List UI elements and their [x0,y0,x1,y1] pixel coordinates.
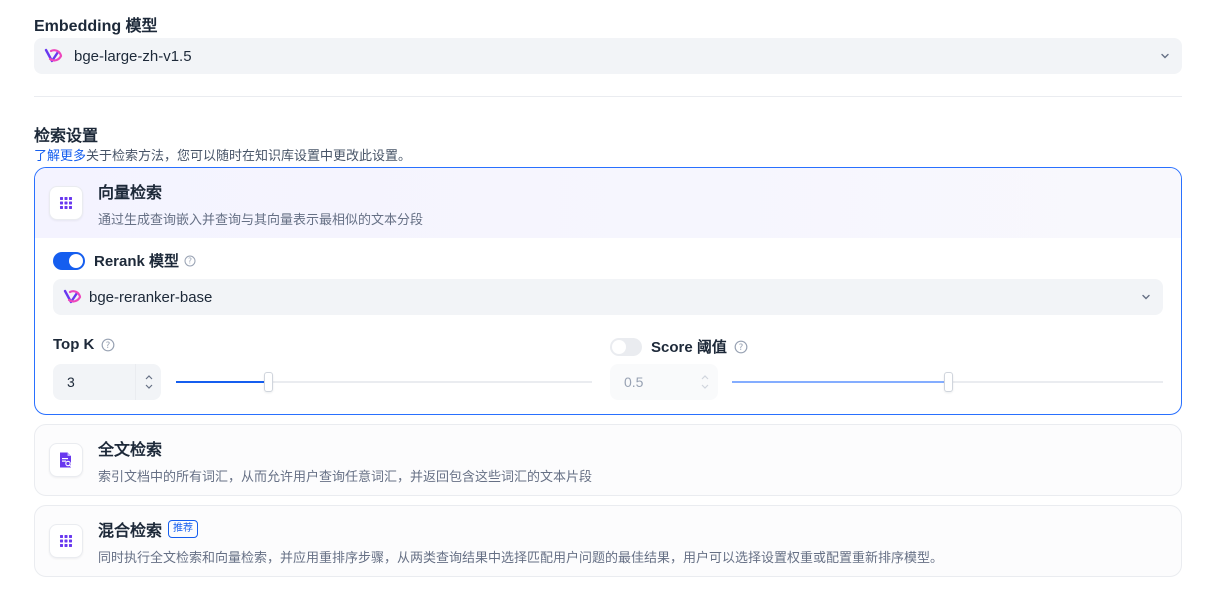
model-logo-icon [44,48,63,63]
recommended-badge: 推荐 [168,519,199,538]
hybrid-search-icon-box [49,524,83,558]
chevron-down-icon [1161,53,1169,59]
chevron-up-icon[interactable] [144,374,154,381]
vector-search-icon-box [49,186,83,220]
fulltext-search-title: 全文检索 [98,441,163,459]
rerank-toggle[interactable] [53,251,85,270]
topk-stepper[interactable] [135,364,161,400]
fulltext-search-card[interactable]: 全文检索 索引文档中的所有词汇，从而允许用户查询任意词汇，并返回包含这些词汇的文… [34,424,1182,496]
section-divider [34,96,1182,97]
file-search-icon [60,452,73,468]
rerank-model-name: bge-reranker-base [89,288,213,306]
learn-more-link[interactable]: 了解更多 [34,148,86,163]
svg-text:?: ? [106,341,111,351]
fulltext-search-icon-box [49,443,83,477]
grid-dots-icon [60,535,72,547]
score-label-row: Score 阈值 ? [610,336,748,357]
slider-fill [732,381,948,383]
rerank-label: Rerank 模型 [94,253,180,270]
help-icon[interactable]: ? [101,338,115,352]
vector-search-title: 向量检索 [98,184,163,202]
vector-search-header[interactable]: 向量检索 通过生成查询嵌入并查询与其向量表示最相似的文本分段 [35,168,1181,238]
hybrid-search-title: 混合检索 [98,522,163,540]
score-value: 0.5 [624,374,644,390]
topk-value: 3 [67,374,75,390]
retrieval-section-title: 检索设置 [34,128,99,145]
topk-input[interactable]: 3 [53,364,161,400]
chevron-down-icon [1142,294,1150,300]
slider-thumb[interactable] [943,372,953,392]
retrieval-description-text: 关于检索方法，您可以随时在知识库设置中更改此设置。 [86,148,412,163]
vector-search-card[interactable]: 向量检索 通过生成查询嵌入并查询与其向量表示最相似的文本分段 Rerank 模型… [34,167,1182,415]
score-toggle[interactable] [610,337,642,356]
embedding-section-title: Embedding 模型 [34,18,158,35]
retrieval-description: 了解更多关于检索方法，您可以随时在知识库设置中更改此设置。 [34,145,411,164]
help-icon[interactable]: ? [734,340,748,354]
score-slider[interactable] [732,372,1163,392]
hybrid-search-header[interactable]: 混合检索 推荐 同时执行全文检索和向量检索，并应用重排序步骤，从两类查询结果中选… [35,506,1181,576]
toggle-knob [69,253,83,268]
score-stepper[interactable] [692,364,718,400]
topk-label-row: Top K ? [53,336,115,353]
svg-text:?: ? [188,256,192,265]
rerank-model-select[interactable]: bge-reranker-base [53,279,1163,315]
slider-thumb[interactable] [263,372,273,392]
embedding-model-select[interactable]: bge-large-zh-v1.5 [34,38,1182,74]
embedding-model-name: bge-large-zh-v1.5 [74,47,192,65]
model-logo-icon [63,289,82,304]
fulltext-search-header[interactable]: 全文检索 索引文档中的所有词汇，从而允许用户查询任意词汇，并返回包含这些词汇的文… [35,425,1181,495]
hybrid-search-title-row: 混合检索 推荐 [98,517,943,541]
chevron-down-icon[interactable] [144,383,154,390]
hybrid-search-card[interactable]: 混合检索 推荐 同时执行全文检索和向量检索，并应用重排序步骤，从两类查询结果中选… [34,505,1182,577]
topk-slider[interactable] [176,372,592,392]
score-input[interactable]: 0.5 [610,364,718,400]
toggle-knob [612,339,626,354]
slider-fill [176,381,268,383]
topk-label: Top K [53,336,95,353]
help-icon[interactable]: ? [184,255,196,267]
vector-search-description: 通过生成查询嵌入并查询与其向量表示最相似的文本分段 [98,211,424,227]
score-label: Score 阈值 [651,339,727,356]
chevron-down-icon[interactable] [700,383,710,390]
fulltext-search-description: 索引文档中的所有词汇，从而允许用户查询任意词汇，并返回包含这些词汇的文本片段 [98,468,593,484]
hybrid-search-description: 同时执行全文检索和向量检索，并应用重排序步骤，从两类查询结果中选择匹配用户问题的… [98,549,944,565]
chevron-up-icon[interactable] [700,374,710,381]
svg-text:?: ? [739,343,744,353]
rerank-row: Rerank 模型 ? [53,250,196,271]
grid-dots-icon [60,197,72,209]
